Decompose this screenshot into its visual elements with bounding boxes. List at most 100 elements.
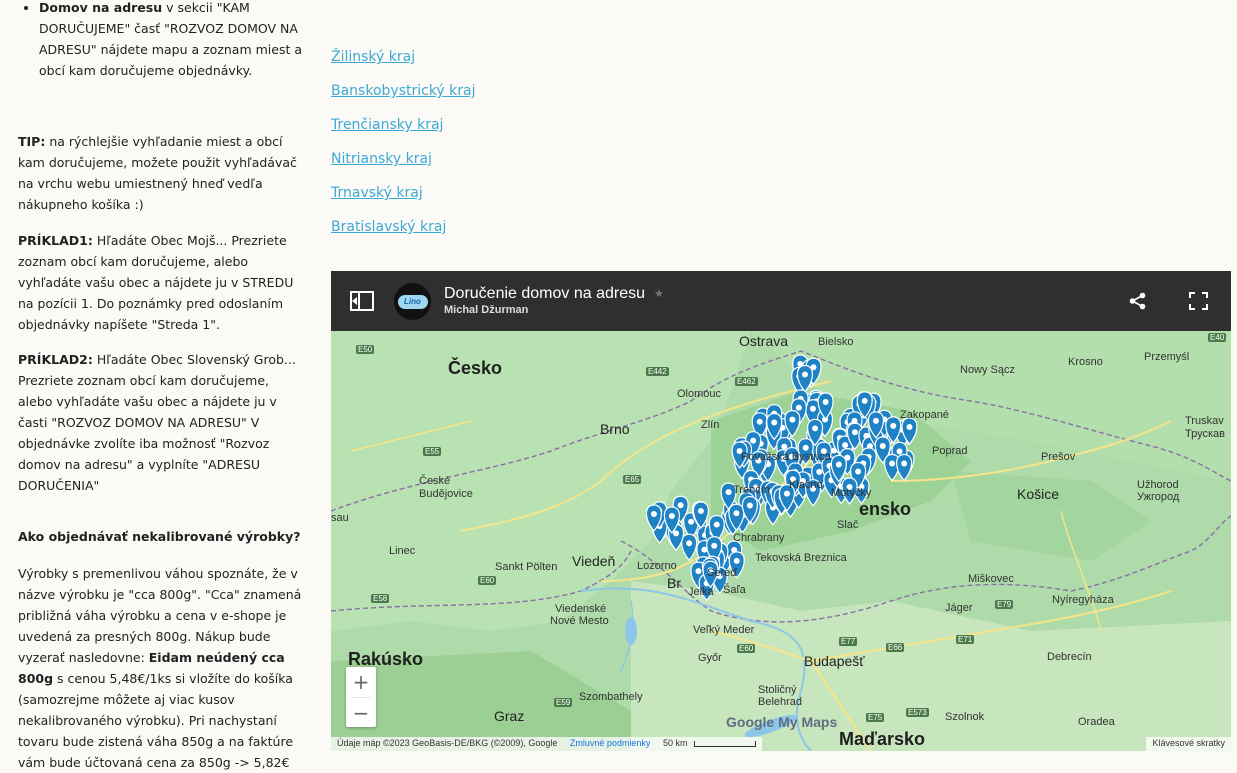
map-header: Lino Doručenie domov na adresu ★ Michal …	[331, 271, 1231, 331]
link-bratislavsky[interactable]: Bratislavský kraj	[331, 219, 446, 235]
label-przemysl: Przemyśl	[1144, 351, 1190, 363]
bullet-item: Domov na adresu v sekcii "KAM DORUČUJEME…	[39, 0, 319, 81]
label-bielsko: Bielsko	[818, 336, 854, 348]
road-shield: E573	[906, 708, 929, 717]
zoom-in-button[interactable]: +	[346, 667, 376, 697]
label-jager: Jáger	[945, 602, 973, 614]
label-uzhorod: Užhorod	[1137, 479, 1179, 491]
example2-text: Hľadáte Obec Slovenský Grob... Prezriete…	[18, 352, 296, 493]
road-shield: E60	[478, 576, 497, 585]
scale-label: 50 km	[662, 738, 688, 748]
attribution-bar: Údaje máp ©2023 GeoBasis-DE/BKG (©2009),…	[331, 737, 1231, 751]
label-novy-sacz: Nowy Sącz	[960, 364, 1016, 376]
road-shield: E462	[735, 377, 758, 386]
road-shield: E60	[737, 644, 756, 653]
road-shield: E65	[623, 475, 642, 484]
share-icon[interactable]	[1129, 292, 1146, 310]
attribution-text: Údaje máp ©2023 GeoBasis-DE/BKG (©2009),…	[337, 738, 558, 748]
map-embed[interactable]: Lino Doručenie domov na adresu ★ Michal …	[331, 271, 1231, 751]
section-heading: Ako objednávať nekalibrované výrobky?	[18, 529, 301, 544]
label-truskav-cyr: Трускав	[1185, 428, 1225, 440]
logo-text: Lino	[397, 294, 428, 309]
link-trenciansky[interactable]: Trenčiansky kraj	[331, 117, 443, 133]
label-viedenske: Viedenské	[555, 603, 607, 615]
road-shield: E66	[886, 643, 905, 652]
road-shield: E75	[866, 713, 885, 722]
label-sala: Šaľa	[723, 584, 746, 596]
label-sankt: Sankt Pölten	[495, 561, 558, 573]
label-zlin: Zlín	[701, 419, 720, 431]
left-column: Domov na adresu v sekcii "KAM DORUČUJEME…	[0, 0, 320, 770]
label-slac: Slač	[837, 519, 859, 531]
road-shield: E79	[995, 600, 1014, 609]
road-shield: E77	[839, 637, 858, 646]
label-sau: sau	[331, 512, 349, 524]
map-title: Doručenie domov na adresu	[444, 285, 646, 302]
label-poprad: Poprad	[932, 445, 968, 457]
label-ceske: České	[419, 475, 451, 487]
label-truskav: Truskav	[1185, 415, 1224, 427]
tip-text: na rýchlejšie vyhľadanie miest a obcí ka…	[18, 134, 297, 212]
label-br: Br	[667, 575, 681, 591]
label-slovensko: ensko	[859, 499, 912, 519]
label-budejovice: Budějovice	[419, 488, 473, 500]
label-linec: Linec	[389, 545, 416, 557]
label-klacno: Klačno	[789, 479, 823, 491]
label-debrecin: Debrecín	[1047, 651, 1092, 663]
label-zakopane: Zakopané	[900, 409, 949, 421]
label-graz: Graz	[494, 708, 525, 724]
label-kosice: Košice	[1017, 486, 1060, 502]
label-miskovec: Miškovec	[968, 573, 1014, 585]
map-author: Michal Džurman	[444, 304, 529, 316]
zoom-out-button[interactable]: −	[346, 698, 376, 728]
road-shield: E50	[356, 345, 375, 354]
map-logo: Lino	[394, 283, 431, 320]
label-tekovska: Tekovská Breznica	[755, 552, 847, 564]
example2-label: PRÍKLAD2:	[18, 352, 93, 367]
link-banskobystricky[interactable]: Banskobystrický kraj	[331, 83, 476, 99]
example1-paragraph: PRÍKLAD1: Hľadáte Obec Mojš... Prezriete…	[18, 230, 303, 335]
label-motycky: Motyčky	[831, 487, 872, 499]
label-jelka: Jelka	[688, 586, 714, 598]
label-trencin: Trenčín	[733, 484, 770, 496]
road-shield: E55	[423, 447, 442, 456]
label-vieden: Viedeň	[572, 553, 616, 569]
example1-label: PRÍKLAD1:	[18, 233, 93, 248]
label-presov: Prešov	[1041, 451, 1076, 463]
label-szombathely: Szombathely	[579, 691, 643, 703]
label-stolicny: Stoličný	[758, 684, 797, 696]
bullet-list: Domov na adresu v sekcii "KAM DORUČUJEME…	[18, 0, 319, 81]
road-shield: E71	[956, 635, 975, 644]
example2-paragraph: PRÍKLAD2: Hľadáte Obec Slovenský Grob...…	[18, 349, 303, 496]
label-lozorno: Lozorno	[637, 560, 677, 572]
map-pin-icon[interactable]	[681, 533, 698, 562]
tip-paragraph: TIP: na rýchlejšie vyhľadanie miest a ob…	[18, 131, 303, 215]
label-cesko: Česko	[448, 358, 503, 378]
star-icon[interactable]: ★	[654, 287, 664, 300]
label-brno: Brno	[600, 421, 630, 437]
tip-label: TIP:	[18, 134, 46, 149]
road-shield: E442	[646, 367, 669, 376]
map-canvas[interactable]: Česko Ostrava Bielsko Krosno Przemyśl Ol…	[331, 331, 1231, 751]
link-zilinsky[interactable]: Žilinský kraj	[331, 49, 415, 65]
shortcuts-link[interactable]: Klávesové skratky	[1146, 737, 1231, 751]
fullscreen-icon[interactable]	[1189, 292, 1208, 310]
sidebar-toggle-icon[interactable]	[350, 291, 374, 311]
road-shield: E58	[371, 594, 390, 603]
link-nitriansky[interactable]: Nitriansky kraj	[331, 151, 432, 167]
link-trnavsky[interactable]: Trnavský kraj	[331, 185, 423, 201]
label-nyiregyhaza: Nyíregyháza	[1052, 594, 1114, 606]
label-belehrad: Belehrad	[758, 696, 803, 708]
label-szolnok: Szolnok	[945, 711, 985, 723]
road-shield: E40	[1208, 333, 1227, 342]
label-gyor: Győr	[698, 652, 722, 664]
label-sered: Sereď	[707, 567, 737, 579]
label-ostrava: Ostrava	[739, 333, 789, 349]
map-pin-icon[interactable]	[896, 453, 913, 482]
terms-link[interactable]: Zmluvné podmienky	[570, 738, 651, 748]
attribution-left: Údaje máp ©2023 GeoBasis-DE/BKG (©2009),…	[331, 737, 762, 751]
label-povazska: Považská Bystrica	[741, 451, 831, 463]
label-olomouc: Olomouc	[677, 388, 722, 400]
label-budapest: Budapešť	[804, 653, 865, 669]
label-krosno: Krosno	[1068, 356, 1103, 368]
